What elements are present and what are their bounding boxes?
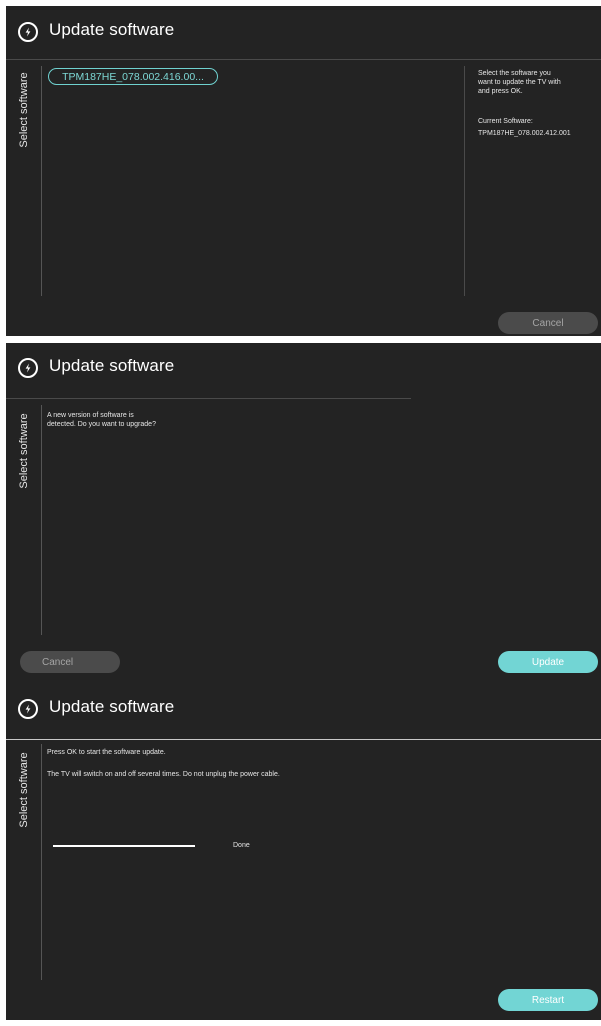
cancel-button[interactable]: Cancel (20, 651, 120, 673)
header-divider (6, 739, 601, 740)
power-icon (18, 22, 38, 42)
side-panel: Select software (6, 405, 42, 505)
update-software-screen-confirm: Update software Select software A new ve… (6, 343, 601, 684)
header-divider (6, 59, 601, 60)
software-option[interactable]: TPM187HE_078.002.416.00... (48, 68, 218, 85)
progress-fill (53, 845, 195, 847)
update-software-screen-select: Update software Select software TPM187HE… (6, 6, 601, 336)
power-icon (18, 699, 38, 719)
side-panel: Select software (6, 66, 42, 166)
cancel-button[interactable]: Cancel (498, 312, 598, 334)
header: Update software (6, 343, 601, 395)
side-divider (41, 405, 42, 635)
page-title: Update software (49, 697, 175, 716)
progress-status: Done (233, 842, 250, 849)
side-label: Select software (18, 413, 30, 489)
current-software-value: TPM187HE_078.002.412.001 (478, 130, 571, 137)
page-title: Update software (49, 356, 175, 375)
current-software-label: Current Software: (478, 118, 533, 125)
help-text: Select the software you want to update t… (478, 70, 561, 95)
side-label: Select software (18, 752, 30, 828)
instruction-text: Press OK to start the software update. (47, 749, 166, 756)
update-software-screen-progress: Update software Select software Press OK… (6, 684, 601, 1020)
page-title: Update software (49, 20, 175, 39)
side-divider (41, 744, 42, 980)
header: Update software (6, 6, 601, 58)
info-divider (464, 66, 465, 296)
side-panel: Select software (6, 744, 42, 844)
progress-bar (53, 845, 195, 847)
header-divider (6, 398, 411, 399)
update-button[interactable]: Update (498, 651, 598, 673)
upgrade-message: A new version of software is detected. D… (47, 412, 156, 428)
side-divider (41, 66, 42, 296)
header: Update software (6, 684, 601, 736)
warning-text: The TV will switch on and off several ti… (47, 771, 280, 778)
side-label: Select software (18, 72, 30, 148)
restart-button[interactable]: Restart (498, 989, 598, 1011)
power-icon (18, 358, 38, 378)
